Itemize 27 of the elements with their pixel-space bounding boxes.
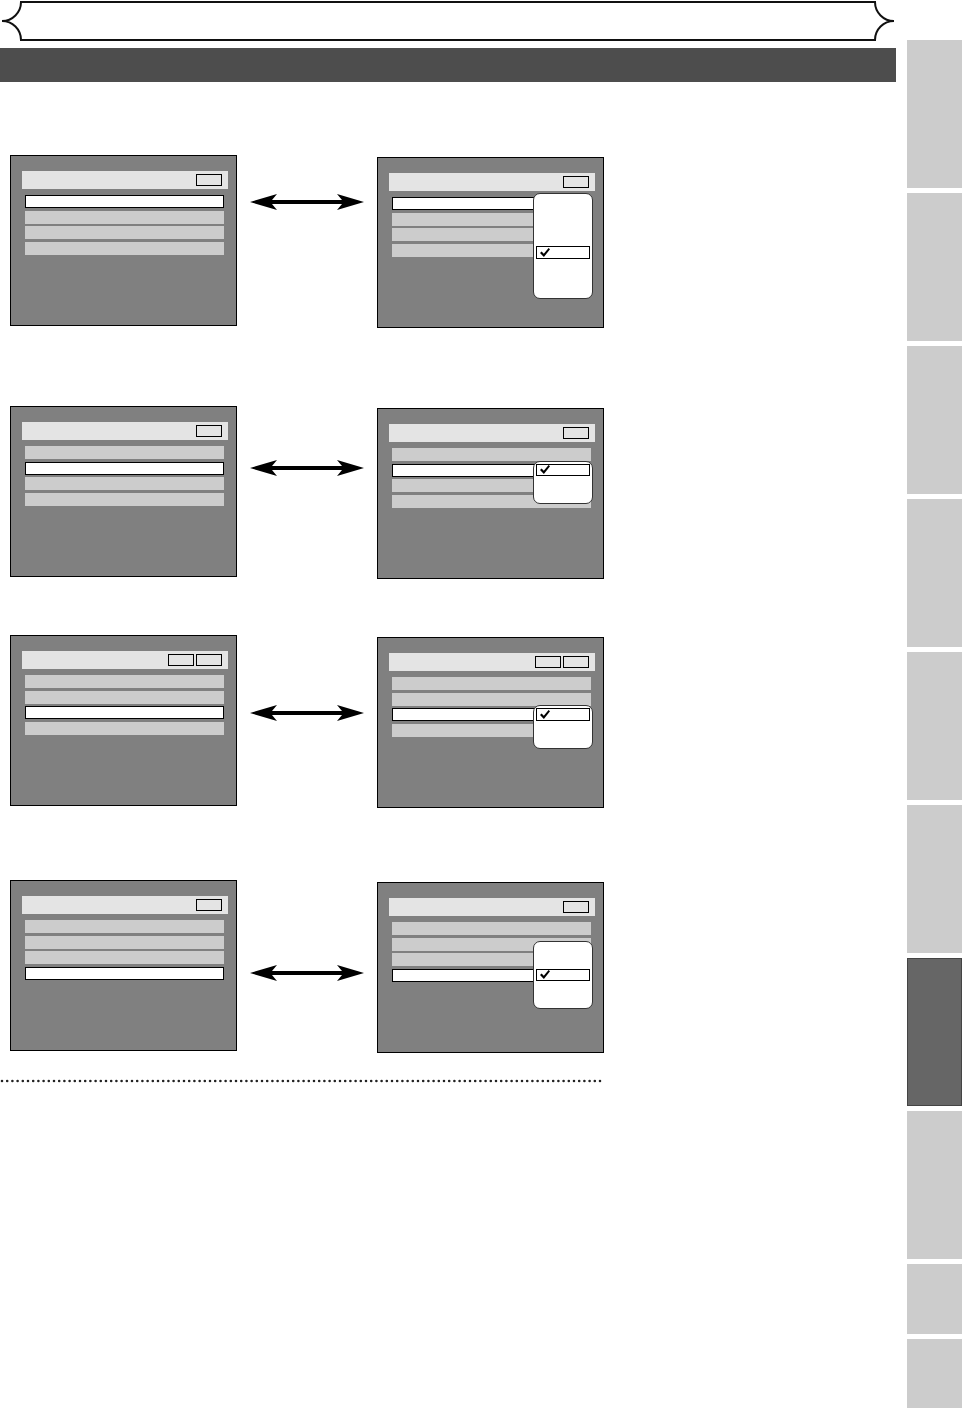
double-arrow-icon xyxy=(250,193,364,210)
menu-row[interactable] xyxy=(25,195,224,208)
indicator-box xyxy=(196,654,222,666)
double-arrow-icon xyxy=(250,704,364,721)
indicator-box xyxy=(563,427,589,439)
indicator-box xyxy=(196,425,222,437)
check-icon xyxy=(540,247,550,257)
double-arrow-icon xyxy=(250,965,364,981)
check-icon xyxy=(540,709,550,719)
menu-row[interactable] xyxy=(25,966,224,980)
menu-option[interactable] xyxy=(536,463,590,476)
indicator-box xyxy=(196,899,222,911)
menu-row[interactable] xyxy=(25,461,224,475)
menu-option[interactable] xyxy=(536,968,590,981)
check-icon xyxy=(540,970,550,980)
double-arrow-icon xyxy=(250,460,364,476)
menu-option[interactable] xyxy=(536,708,590,721)
side-tab[interactable] xyxy=(907,958,962,1106)
indicator-box xyxy=(196,174,222,186)
indicator-box xyxy=(563,901,589,913)
indicator-box xyxy=(563,176,589,188)
indicator-box xyxy=(563,656,589,668)
check-icon xyxy=(540,465,550,475)
menu-row[interactable] xyxy=(25,706,224,719)
menu-option[interactable] xyxy=(536,246,590,259)
indicator-box xyxy=(535,656,561,668)
indicator-box xyxy=(168,654,194,666)
